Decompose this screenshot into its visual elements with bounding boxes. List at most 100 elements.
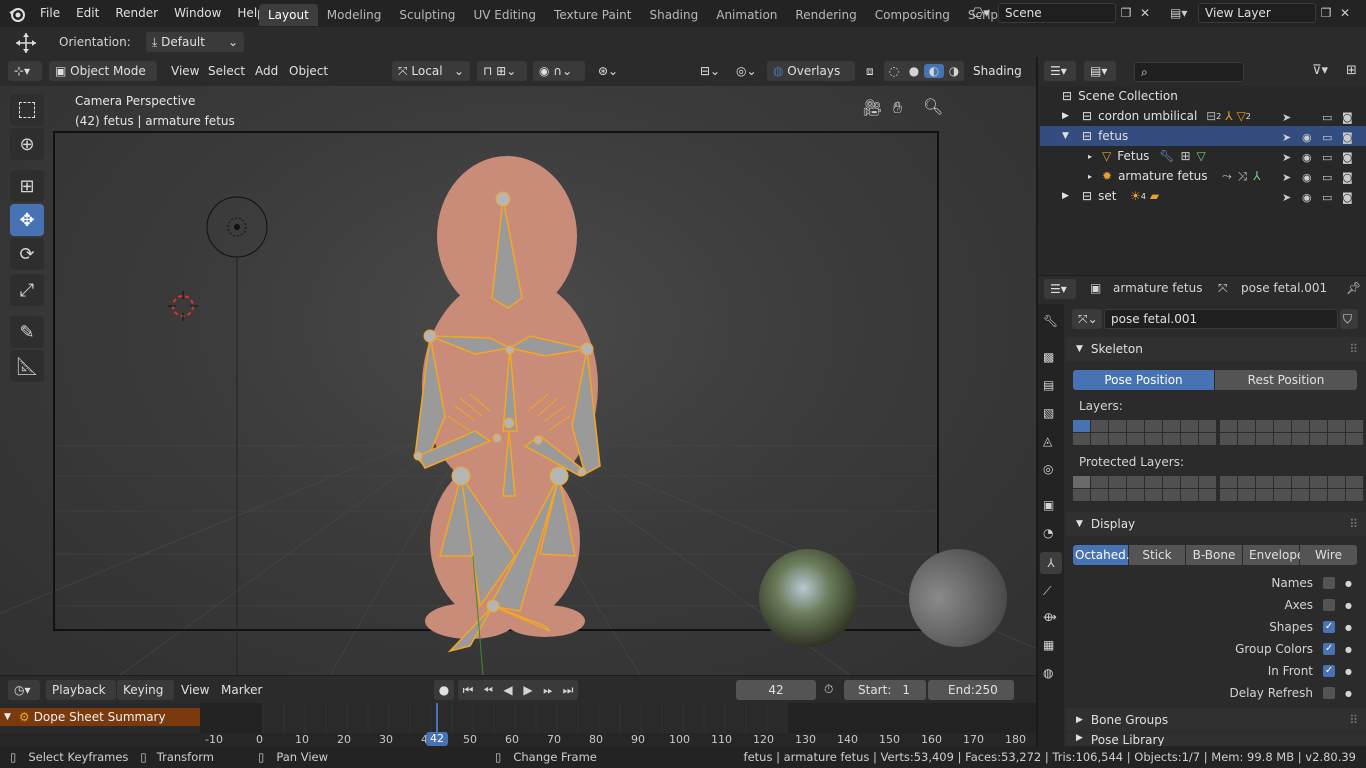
scene-name-field[interactable]: Scene bbox=[998, 3, 1116, 23]
render-camera-icon[interactable]: ◙ bbox=[1342, 108, 1353, 128]
overlays-dropdown[interactable]: ◍ Overlays⌄ bbox=[767, 61, 855, 98]
bone-constraint-tab-icon[interactable]: ⟴ bbox=[1043, 610, 1057, 624]
jump-end-icon[interactable]: ⏭︎ bbox=[558, 683, 578, 698]
select-box-tool[interactable] bbox=[10, 94, 44, 126]
transform-tool[interactable]: ⊞ bbox=[10, 170, 44, 202]
display-stick-button[interactable]: Stick bbox=[1129, 545, 1185, 565]
display-panel-header[interactable]: ▼ Display ⠿ bbox=[1066, 512, 1366, 536]
outliner-scene-collection[interactable]: ⊟ Scene Collection bbox=[1040, 86, 1366, 106]
record-button[interactable]: ● bbox=[434, 680, 454, 700]
render-camera-icon[interactable]: ◙ bbox=[1342, 168, 1353, 188]
monitor-icon[interactable]: ▭ bbox=[1322, 168, 1332, 188]
monitor-icon[interactable]: ▭ bbox=[1322, 188, 1332, 208]
tool-settings-tab-icon[interactable]: 🔧︎ bbox=[1043, 314, 1058, 328]
new-view-layer-icon[interactable]: ❐ bbox=[1316, 6, 1336, 20]
drag-handle-icon[interactable]: ⠿ bbox=[1349, 517, 1358, 531]
measure-tool[interactable]: 📐︎ bbox=[10, 350, 44, 382]
layers-grid-left[interactable] bbox=[1073, 420, 1216, 445]
wireframe-shading-icon[interactable]: ◌ bbox=[884, 64, 904, 78]
skeleton-panel-header[interactable]: ▼ Skeleton ⠿ bbox=[1066, 337, 1366, 361]
tab-sculpting[interactable]: Sculpting bbox=[390, 4, 464, 26]
tab-texture-paint[interactable]: Texture Paint bbox=[545, 4, 640, 26]
view-object-types-dropdown[interactable]: ⊟⌄ bbox=[694, 61, 724, 81]
eye-icon[interactable]: ◉ bbox=[1302, 128, 1312, 148]
display-wire-button[interactable]: Wire bbox=[1300, 545, 1357, 565]
option-delay-refresh[interactable]: Delay Refresh ● bbox=[1100, 682, 1366, 704]
keying-dropdown[interactable]: Keying⌄ bbox=[117, 680, 174, 717]
timeline-view-menu[interactable]: View bbox=[175, 680, 215, 700]
expand-arrow-icon[interactable]: ▶ bbox=[1062, 191, 1082, 201]
jump-start-icon[interactable]: ⏮︎ bbox=[458, 683, 478, 698]
group-colors-checkbox[interactable]: ✓ bbox=[1323, 643, 1336, 655]
annotate-tool[interactable]: ✎ bbox=[10, 316, 44, 348]
render-camera-icon[interactable]: ◙ bbox=[1342, 128, 1353, 148]
expand-arrow-icon[interactable]: ▸ bbox=[1088, 152, 1102, 161]
pivot-dropdown[interactable]: ⊛⌄ bbox=[592, 61, 622, 81]
xray-toggle[interactable]: ⧈ bbox=[860, 61, 880, 81]
monitor-icon[interactable]: ▭ bbox=[1322, 128, 1332, 148]
tab-rendering[interactable]: Rendering bbox=[786, 4, 865, 26]
pose-library-panel-header[interactable]: ▶ Pose Library bbox=[1066, 733, 1366, 746]
new-collection-icon[interactable]: ⊞ bbox=[1346, 63, 1357, 78]
fake-user-button[interactable]: ⛉ bbox=[1340, 309, 1358, 329]
start-frame-field[interactable]: Start: 1 bbox=[844, 680, 926, 700]
blender-logo-icon[interactable] bbox=[8, 5, 26, 26]
tab-animation[interactable]: Animation bbox=[707, 4, 786, 26]
drag-handle-icon[interactable]: ⠿ bbox=[1349, 713, 1358, 727]
display-envelope-button[interactable]: Envelope bbox=[1243, 545, 1304, 565]
physics-tab-icon[interactable]: ◔ bbox=[1043, 526, 1053, 540]
view-layer-icon[interactable]: ▤▾ bbox=[1170, 6, 1198, 20]
pan-hand-icon[interactable]: ✋︎ bbox=[893, 98, 902, 118]
drag-handle-icon[interactable]: ⠿ bbox=[1349, 342, 1358, 356]
expand-arrow-icon[interactable]: ▸ bbox=[1088, 172, 1102, 181]
protected-layers-grid-right[interactable] bbox=[1220, 476, 1363, 501]
menu-render[interactable]: Render bbox=[107, 0, 166, 27]
protected-layers-grid-left[interactable] bbox=[1073, 476, 1216, 501]
playback-dropdown[interactable]: Playback⌄ bbox=[46, 680, 116, 717]
select-arrow-icon[interactable]: ➤ bbox=[1282, 188, 1291, 208]
menu-select[interactable]: Select bbox=[202, 61, 251, 81]
bone-groups-panel-header[interactable]: ▶ Bone Groups ⠿ bbox=[1066, 708, 1366, 732]
tab-shading[interactable]: Shading bbox=[640, 4, 707, 26]
visibility-dropdown[interactable]: ◎⌄ bbox=[730, 61, 762, 81]
scene-icon[interactable]: ⎔▾ bbox=[972, 6, 998, 21]
end-frame-field[interactable]: End: 250 bbox=[928, 680, 1014, 700]
render-tab-icon[interactable]: ▩ bbox=[1043, 350, 1054, 364]
keyframe-dot-icon[interactable]: ● bbox=[1345, 667, 1352, 676]
armature-tab-icon[interactable]: ⅄ bbox=[1040, 552, 1062, 574]
zoom-icon[interactable]: 🔍︎ bbox=[923, 97, 943, 116]
tab-compositing[interactable]: Compositing bbox=[866, 4, 959, 26]
rendered-shading-icon[interactable]: ◑ bbox=[944, 64, 964, 78]
keyframe-dot-icon[interactable]: ● bbox=[1345, 689, 1352, 698]
in-front-checkbox[interactable]: ✓ bbox=[1323, 665, 1336, 677]
rotate-tool[interactable]: ⟳ bbox=[10, 238, 44, 270]
view-layer-field[interactable]: View Layer bbox=[1198, 3, 1316, 23]
names-checkbox[interactable] bbox=[1323, 577, 1336, 589]
keyframe-dot-icon[interactable]: ● bbox=[1345, 623, 1352, 632]
rest-position-button[interactable]: Rest Position bbox=[1215, 370, 1357, 390]
move-tool[interactable]: ✥ bbox=[10, 204, 44, 236]
render-camera-icon[interactable]: ◙ bbox=[1342, 148, 1353, 168]
delete-view-layer-icon[interactable]: ✕ bbox=[1336, 6, 1354, 20]
world-tab-icon[interactable]: ◎ bbox=[1043, 462, 1053, 476]
play-reverse-icon[interactable]: ◀ bbox=[498, 683, 518, 697]
stopwatch-icon[interactable]: ⏱︎ bbox=[824, 682, 833, 697]
tab-modeling[interactable]: Modeling bbox=[318, 4, 391, 26]
axes-checkbox[interactable] bbox=[1323, 599, 1336, 611]
properties-editor-type[interactable]: ☰▾ bbox=[1044, 279, 1076, 299]
eye-icon[interactable]: ◉ bbox=[1302, 148, 1312, 168]
play-icon[interactable]: ▶ bbox=[518, 683, 538, 697]
snap-toggle[interactable]: ⊓ ⊞⌄ bbox=[477, 61, 527, 81]
monitor-icon[interactable]: ▭ bbox=[1322, 148, 1332, 168]
jump-keyframe-forward-icon[interactable]: ⏩︎ bbox=[538, 683, 558, 698]
view-layer-tab-icon[interactable]: ▧ bbox=[1043, 406, 1054, 420]
select-arrow-icon[interactable]: ➤ bbox=[1282, 168, 1291, 188]
material-shading-icon[interactable]: ◐ bbox=[924, 64, 944, 78]
jump-keyframe-back-icon[interactable]: ⏪︎ bbox=[478, 683, 498, 698]
camera-view-icon[interactable]: 🎥︎ bbox=[862, 98, 882, 117]
menu-add[interactable]: Add bbox=[249, 61, 284, 81]
monitor-icon[interactable]: ▭ bbox=[1322, 108, 1332, 128]
shapes-checkbox[interactable]: ✓ bbox=[1323, 621, 1336, 633]
menu-file[interactable]: File bbox=[32, 0, 68, 27]
timeline-marker-menu[interactable]: Marker bbox=[215, 680, 268, 700]
